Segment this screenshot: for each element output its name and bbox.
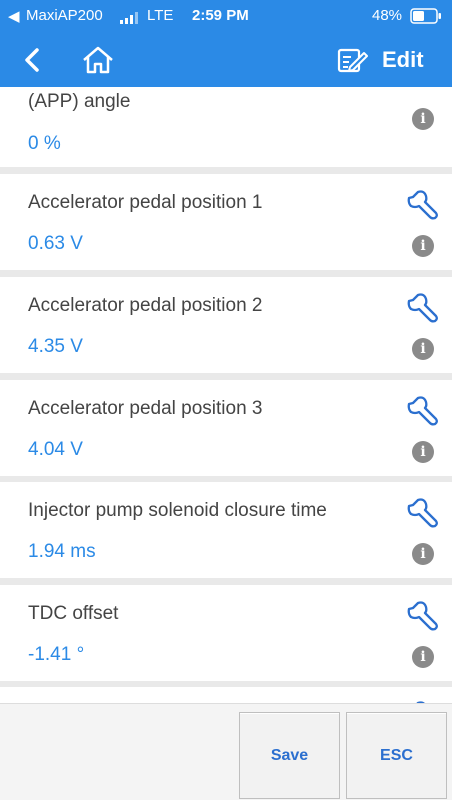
back-arrow-icon [25,47,39,72]
home-button[interactable] [76,32,120,87]
save-button[interactable]: Save [239,712,340,799]
edit-icon [337,48,368,72]
bottom-toolbar: Save ESC [0,703,452,800]
list-item[interactable]: Accelerator pedal position 3 4.04 V i [0,380,452,476]
edit-label: Edit [382,46,424,72]
param-label: TDC offset [28,603,119,624]
info-icon[interactable]: i [412,543,434,565]
list-item[interactable] [0,687,452,703]
param-value: 0 % [28,133,61,154]
param-label: Accelerator pedal position 2 [28,295,263,316]
list-item[interactable]: (APP) angle 0 % i [0,87,452,167]
info-icon[interactable]: i [412,441,434,463]
list-item[interactable]: TDC offset -1.41 ° i [0,585,452,681]
param-label: Accelerator pedal position 3 [28,398,263,419]
wrench-icon[interactable] [407,394,441,428]
nav-bar: Edit [0,32,452,87]
edit-button[interactable]: Edit [336,32,444,87]
list-item[interactable]: Injector pump solenoid closure time 1.94… [0,482,452,578]
param-label: Accelerator pedal position 1 [28,192,263,213]
param-value: 0.63 V [28,233,83,254]
param-value: 4.04 V [28,439,83,460]
wrench-icon[interactable] [407,188,441,222]
signal-icon [120,11,142,28]
info-icon[interactable]: i [412,235,434,257]
param-value: 1.94 ms [28,541,96,562]
info-icon[interactable]: i [412,646,434,668]
status-bar: ◀ MaxiAP200 LTE 2:59 PM 48% [0,0,452,32]
param-label: (APP) angle [28,91,131,112]
list-item[interactable]: Accelerator pedal position 2 4.35 V i [0,277,452,373]
clock: 2:59 PM [192,7,249,24]
wrench-icon[interactable] [407,496,441,530]
network-type: LTE [147,7,174,24]
esc-button[interactable]: ESC [346,712,447,799]
info-icon[interactable]: i [412,338,434,360]
parameter-list[interactable]: (APP) angle 0 % i Accelerator pedal posi… [0,87,452,703]
param-label: Injector pump solenoid closure time [28,500,327,521]
battery-icon [410,8,442,28]
param-value: 4.35 V [28,336,83,357]
carrier-name: MaxiAP200 [26,7,103,24]
home-icon [83,46,113,73]
param-value: -1.41 ° [28,644,85,665]
back-button[interactable] [14,32,50,87]
back-to-app-icon[interactable]: ◀ [8,7,20,25]
wrench-icon[interactable] [407,599,441,633]
battery-percent: 48% [372,7,403,24]
info-icon[interactable]: i [412,108,434,130]
list-item[interactable]: Accelerator pedal position 1 0.63 V i [0,174,452,270]
wrench-icon[interactable] [407,291,441,325]
